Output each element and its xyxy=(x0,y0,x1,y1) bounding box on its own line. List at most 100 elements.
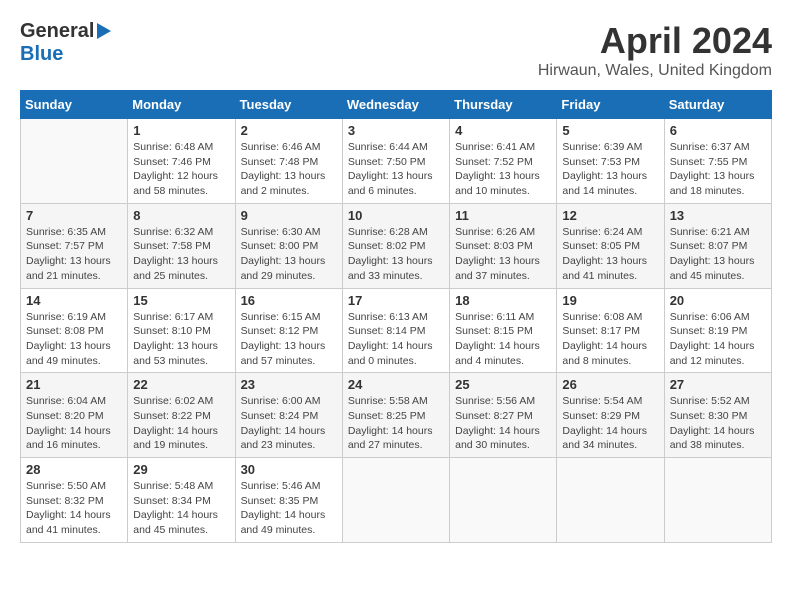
day-info: Sunrise: 6:13 AMSunset: 8:14 PMDaylight:… xyxy=(348,310,444,369)
day-number: 4 xyxy=(455,123,551,138)
day-number: 22 xyxy=(133,377,229,392)
calendar-cell: 23 Sunrise: 6:00 AMSunset: 8:24 PMDayligh… xyxy=(235,373,342,458)
day-number: 13 xyxy=(670,208,766,223)
calendar-cell: 25 Sunrise: 5:56 AMSunset: 8:27 PMDayligh… xyxy=(450,373,557,458)
day-number: 18 xyxy=(455,293,551,308)
col-header-monday: Monday xyxy=(128,91,235,119)
day-info: Sunrise: 5:52 AMSunset: 8:30 PMDaylight:… xyxy=(670,394,766,453)
day-number: 20 xyxy=(670,293,766,308)
day-number: 16 xyxy=(241,293,337,308)
logo: General Blue xyxy=(20,20,111,66)
day-info: Sunrise: 6:28 AMSunset: 8:02 PMDaylight:… xyxy=(348,225,444,284)
day-number: 26 xyxy=(562,377,658,392)
day-number: 8 xyxy=(133,208,229,223)
col-header-saturday: Saturday xyxy=(664,91,771,119)
day-info: Sunrise: 6:00 AMSunset: 8:24 PMDaylight:… xyxy=(241,394,337,453)
calendar-cell: 3 Sunrise: 6:44 AMSunset: 7:50 PMDaylight… xyxy=(342,119,449,204)
calendar: SundayMondayTuesdayWednesdayThursdayFrid… xyxy=(20,90,772,543)
day-info: Sunrise: 6:41 AMSunset: 7:52 PMDaylight:… xyxy=(455,140,551,199)
day-info: Sunrise: 5:56 AMSunset: 8:27 PMDaylight:… xyxy=(455,394,551,453)
day-info: Sunrise: 6:17 AMSunset: 8:10 PMDaylight:… xyxy=(133,310,229,369)
calendar-cell: 11 Sunrise: 6:26 AMSunset: 8:03 PMDayligh… xyxy=(450,203,557,288)
logo-arrow-icon xyxy=(97,23,111,39)
month-title: April 2024 xyxy=(538,20,772,62)
day-info: Sunrise: 5:58 AMSunset: 8:25 PMDaylight:… xyxy=(348,394,444,453)
calendar-week-row: 28 Sunrise: 5:50 AMSunset: 8:32 PMDayligh… xyxy=(21,458,772,543)
calendar-cell: 26 Sunrise: 5:54 AMSunset: 8:29 PMDayligh… xyxy=(557,373,664,458)
day-number: 9 xyxy=(241,208,337,223)
day-info: Sunrise: 6:15 AMSunset: 8:12 PMDaylight:… xyxy=(241,310,337,369)
calendar-cell: 22Sunrise: 6:02 AMSunset: 8:22 PMDayligh… xyxy=(128,373,235,458)
logo-general: General xyxy=(20,20,94,43)
day-number: 19 xyxy=(562,293,658,308)
calendar-cell: 13Sunrise: 6:21 AMSunset: 8:07 PMDayligh… xyxy=(664,203,771,288)
calendar-cell: 14 Sunrise: 6:19 AMSunset: 8:08 PMDayligh… xyxy=(21,288,128,373)
calendar-cell xyxy=(342,458,449,543)
col-header-tuesday: Tuesday xyxy=(235,91,342,119)
day-info: Sunrise: 6:44 AMSunset: 7:50 PMDaylight:… xyxy=(348,140,444,199)
logo-blue: Blue xyxy=(20,43,63,66)
day-number: 23 xyxy=(241,377,337,392)
day-number: 11 xyxy=(455,208,551,223)
calendar-cell xyxy=(21,119,128,204)
day-number: 21 xyxy=(26,377,122,392)
calendar-cell: 20Sunrise: 6:06 AMSunset: 8:19 PMDayligh… xyxy=(664,288,771,373)
day-number: 1 xyxy=(133,123,229,138)
day-number: 3 xyxy=(348,123,444,138)
col-header-thursday: Thursday xyxy=(450,91,557,119)
day-info: Sunrise: 6:19 AMSunset: 8:08 PMDaylight:… xyxy=(26,310,122,369)
day-info: Sunrise: 6:35 AMSunset: 7:57 PMDaylight:… xyxy=(26,225,122,284)
calendar-cell: 12 Sunrise: 6:24 AMSunset: 8:05 PMDayligh… xyxy=(557,203,664,288)
calendar-cell xyxy=(664,458,771,543)
calendar-cell: 19 Sunrise: 6:08 AMSunset: 8:17 PMDayligh… xyxy=(557,288,664,373)
day-number: 12 xyxy=(562,208,658,223)
day-info: Sunrise: 6:48 AMSunset: 7:46 PMDaylight:… xyxy=(133,140,229,199)
day-info: Sunrise: 6:26 AMSunset: 8:03 PMDaylight:… xyxy=(455,225,551,284)
day-info: Sunrise: 6:24 AMSunset: 8:05 PMDaylight:… xyxy=(562,225,658,284)
calendar-cell: 24Sunrise: 5:58 AMSunset: 8:25 PMDayligh… xyxy=(342,373,449,458)
day-info: Sunrise: 5:48 AMSunset: 8:34 PMDaylight:… xyxy=(133,479,229,538)
calendar-cell: 21 Sunrise: 6:04 AMSunset: 8:20 PMDayligh… xyxy=(21,373,128,458)
header: General Blue April 2024 Hirwaun, Wales, … xyxy=(20,20,772,80)
calendar-cell: 17 Sunrise: 6:13 AMSunset: 8:14 PMDayligh… xyxy=(342,288,449,373)
calendar-cell: 28 Sunrise: 5:50 AMSunset: 8:32 PMDayligh… xyxy=(21,458,128,543)
day-info: Sunrise: 6:30 AMSunset: 8:00 PMDaylight:… xyxy=(241,225,337,284)
calendar-cell: 30 Sunrise: 5:46 AMSunset: 8:35 PMDayligh… xyxy=(235,458,342,543)
day-info: Sunrise: 6:32 AMSunset: 7:58 PMDaylight:… xyxy=(133,225,229,284)
title-area: April 2024 Hirwaun, Wales, United Kingdo… xyxy=(538,20,772,80)
day-number: 28 xyxy=(26,462,122,477)
calendar-week-row: 1 Sunrise: 6:48 AMSunset: 7:46 PMDaylight… xyxy=(21,119,772,204)
day-info: Sunrise: 6:39 AMSunset: 7:53 PMDaylight:… xyxy=(562,140,658,199)
calendar-cell: 29 Sunrise: 5:48 AMSunset: 8:34 PMDayligh… xyxy=(128,458,235,543)
calendar-cell: 18 Sunrise: 6:11 AMSunset: 8:15 PMDayligh… xyxy=(450,288,557,373)
day-info: Sunrise: 6:11 AMSunset: 8:15 PMDaylight:… xyxy=(455,310,551,369)
calendar-cell xyxy=(450,458,557,543)
calendar-header-row: SundayMondayTuesdayWednesdayThursdayFrid… xyxy=(21,91,772,119)
day-number: 25 xyxy=(455,377,551,392)
location: Hirwaun, Wales, United Kingdom xyxy=(538,62,772,80)
calendar-cell: 15Sunrise: 6:17 AMSunset: 8:10 PMDayligh… xyxy=(128,288,235,373)
calendar-cell: 9 Sunrise: 6:30 AMSunset: 8:00 PMDaylight… xyxy=(235,203,342,288)
calendar-cell: 7 Sunrise: 6:35 AMSunset: 7:57 PMDaylight… xyxy=(21,203,128,288)
day-number: 14 xyxy=(26,293,122,308)
calendar-week-row: 7 Sunrise: 6:35 AMSunset: 7:57 PMDaylight… xyxy=(21,203,772,288)
col-header-sunday: Sunday xyxy=(21,91,128,119)
day-number: 5 xyxy=(562,123,658,138)
day-info: Sunrise: 5:50 AMSunset: 8:32 PMDaylight:… xyxy=(26,479,122,538)
day-number: 17 xyxy=(348,293,444,308)
day-number: 30 xyxy=(241,462,337,477)
day-info: Sunrise: 6:04 AMSunset: 8:20 PMDaylight:… xyxy=(26,394,122,453)
calendar-cell: 27Sunrise: 5:52 AMSunset: 8:30 PMDayligh… xyxy=(664,373,771,458)
day-number: 7 xyxy=(26,208,122,223)
calendar-week-row: 14 Sunrise: 6:19 AMSunset: 8:08 PMDayligh… xyxy=(21,288,772,373)
calendar-cell: 2Sunrise: 6:46 AMSunset: 7:48 PMDaylight… xyxy=(235,119,342,204)
day-info: Sunrise: 6:37 AMSunset: 7:55 PMDaylight:… xyxy=(670,140,766,199)
calendar-cell: 1 Sunrise: 6:48 AMSunset: 7:46 PMDaylight… xyxy=(128,119,235,204)
day-info: Sunrise: 6:08 AMSunset: 8:17 PMDaylight:… xyxy=(562,310,658,369)
calendar-cell: 6Sunrise: 6:37 AMSunset: 7:55 PMDaylight… xyxy=(664,119,771,204)
calendar-cell xyxy=(557,458,664,543)
day-info: Sunrise: 5:46 AMSunset: 8:35 PMDaylight:… xyxy=(241,479,337,538)
day-info: Sunrise: 5:54 AMSunset: 8:29 PMDaylight:… xyxy=(562,394,658,453)
day-number: 29 xyxy=(133,462,229,477)
day-number: 10 xyxy=(348,208,444,223)
